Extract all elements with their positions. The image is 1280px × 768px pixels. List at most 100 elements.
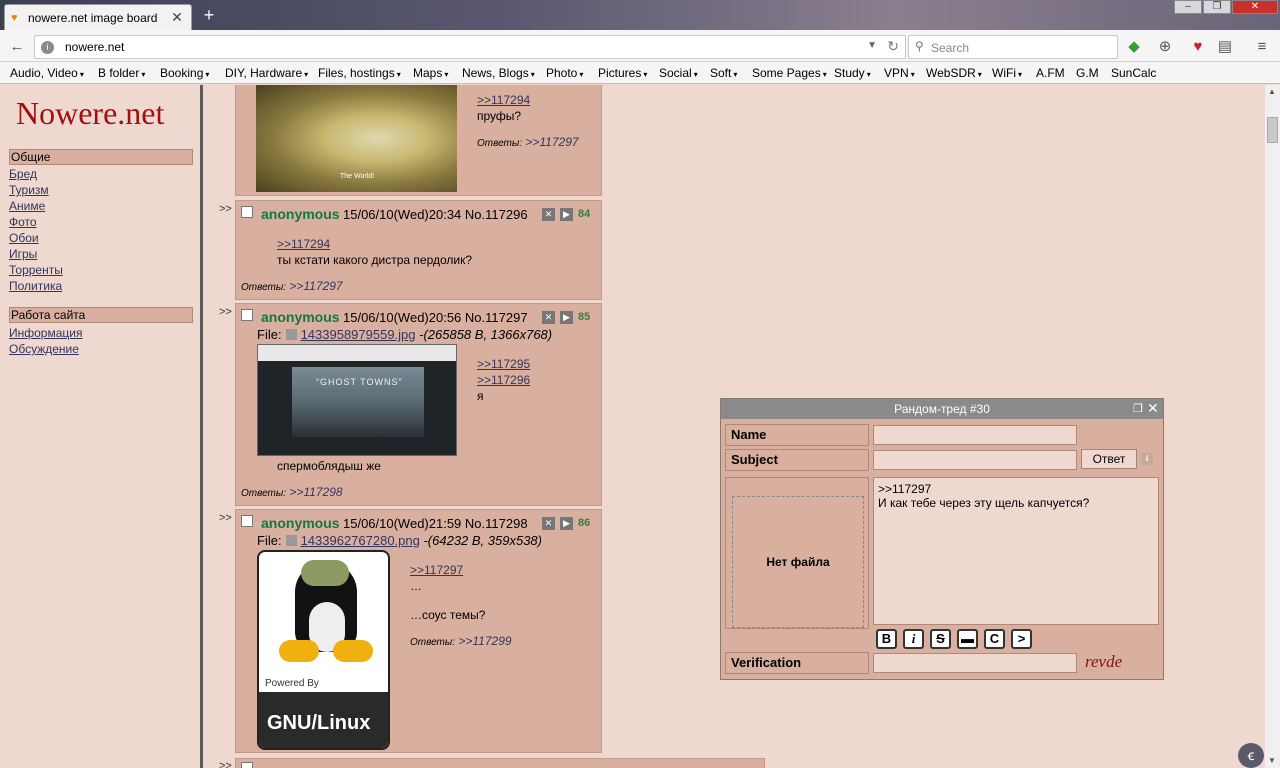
play-icon[interactable]: ▶ — [560, 311, 573, 324]
bookmark-link[interactable]: A.FM — [1036, 66, 1065, 80]
sidebar-link[interactable]: Информация — [9, 326, 82, 340]
maximize-button[interactable]: ❐ — [1203, 0, 1231, 14]
post-checkbox[interactable] — [241, 309, 253, 321]
bookmark-folder[interactable]: Social ▾ — [659, 66, 698, 80]
favorite-heart-icon[interactable]: ♥ — [1187, 36, 1209, 58]
post-meta[interactable]: 15/06/10(Wed)20:34 No.117296 — [343, 207, 528, 222]
italic-button[interactable]: i — [903, 629, 924, 649]
spoiler-button[interactable]: ▬ — [957, 629, 978, 649]
new-tab-button[interactable]: + — [198, 4, 220, 26]
bookmark-folder[interactable]: Files, hostings ▾ — [318, 66, 401, 80]
verification-input[interactable] — [873, 653, 1077, 673]
play-icon[interactable]: ▶ — [560, 517, 573, 530]
file-link[interactable]: 1433962767280.png — [301, 533, 420, 548]
sidebar-link[interactable]: Аниме — [9, 199, 45, 213]
site-title[interactable]: Nowere.net — [16, 95, 164, 132]
bookmark-link[interactable]: SunCalc — [1111, 66, 1156, 80]
extension-logo-icon[interactable]: ꞓ — [1238, 743, 1264, 768]
delete-icon[interactable]: ✕ — [542, 517, 555, 530]
scroll-down-icon[interactable]: ▼ — [1268, 756, 1276, 765]
reading-list-icon[interactable]: ▤ — [1214, 36, 1236, 58]
url-text[interactable]: nowere.net — [65, 40, 124, 54]
popup-close-icon[interactable]: ✕ — [1147, 400, 1159, 417]
bookmark-label: Social — [659, 66, 692, 80]
bookmark-folder[interactable]: VPN ▾ — [884, 66, 915, 80]
sidebar-link[interactable]: Фото — [9, 215, 37, 229]
send-button[interactable]: Ответ — [1081, 449, 1137, 469]
scroll-up-icon[interactable]: ▲ — [1268, 87, 1276, 96]
sidebar-link[interactable]: Игры — [9, 247, 37, 261]
reply-link[interactable]: >>117297 — [525, 135, 578, 149]
reply-link[interactable]: >>117299 — [458, 634, 511, 648]
bookmark-folder[interactable]: Photo ▾ — [546, 66, 583, 80]
bookmark-folder[interactable]: Maps ▾ — [413, 66, 448, 80]
reply-link[interactable]: >>117298 — [289, 485, 342, 499]
addon-icon[interactable]: ◆ — [1123, 36, 1145, 58]
post-checkbox[interactable] — [241, 206, 253, 218]
play-icon[interactable]: ▶ — [560, 208, 573, 221]
sidebar-link[interactable]: Обои — [9, 231, 39, 245]
site-info-icon[interactable]: i — [41, 41, 54, 54]
post-meta[interactable]: 15/06/10(Wed)20:56 No.117297 — [343, 310, 528, 325]
strike-button[interactable]: S — [930, 629, 951, 649]
quote-link[interactable]: >>117294 — [277, 237, 330, 251]
quote-link[interactable]: >>117295 — [477, 357, 530, 371]
quote-link[interactable]: >>117297 — [410, 563, 463, 577]
send-options-icon[interactable]: ⇓ — [1141, 453, 1153, 465]
scrollbar[interactable]: ▲ ▼ — [1265, 85, 1280, 768]
popup-maximize-icon[interactable]: ❐ — [1133, 402, 1143, 415]
close-tab-icon[interactable]: ✕ — [169, 9, 185, 26]
quote-link[interactable]: >>117294 — [477, 93, 530, 107]
code-button[interactable]: C — [984, 629, 1005, 649]
back-icon[interactable]: ← — [6, 36, 28, 58]
bookmark-folder[interactable]: Soft ▾ — [710, 66, 737, 80]
bookmark-folder[interactable]: Study ▾ — [834, 66, 871, 80]
url-dropdown-icon[interactable]: ▼ — [867, 40, 877, 51]
delete-icon[interactable]: ✕ — [542, 208, 555, 221]
download-icon[interactable]: ⊕ — [1154, 36, 1176, 58]
bookmark-folder[interactable]: Some Pages ▾ — [752, 66, 827, 80]
menu-icon[interactable]: ≡ — [1251, 36, 1273, 58]
sidebar-link[interactable]: Политика — [9, 279, 62, 293]
sidebar-link[interactable]: Обсуждение — [9, 342, 79, 356]
post-checkbox[interactable] — [241, 515, 253, 527]
file-drop-zone[interactable]: Нет файла — [732, 496, 864, 628]
bookmark-folder[interactable]: WiFi ▾ — [992, 66, 1022, 80]
sidebar-link[interactable]: Бред — [9, 167, 37, 181]
message-line: >>117297 — [878, 482, 932, 496]
post-image[interactable]: The World! — [256, 85, 457, 192]
bold-button[interactable]: B — [876, 629, 897, 649]
captcha-image[interactable]: revde — [1085, 652, 1122, 672]
bookmark-folder[interactable]: Booking ▾ — [160, 66, 209, 80]
bookmark-folder[interactable]: News, Blogs ▾ — [462, 66, 535, 80]
sidebar-link[interactable]: Туризм — [9, 183, 49, 197]
address-bar[interactable]: i nowere.net ▼ ↻ — [34, 35, 906, 59]
window-close-button[interactable]: ✕ — [1232, 0, 1278, 14]
bookmark-link[interactable]: G.M — [1076, 66, 1099, 80]
browser-tab[interactable]: ♥ nowere.net image board ✕ — [4, 4, 192, 30]
subject-input[interactable] — [873, 450, 1077, 470]
quote-link[interactable]: >>117296 — [477, 373, 530, 387]
reload-icon[interactable]: ↻ — [887, 38, 899, 55]
quote-button[interactable]: > — [1011, 629, 1032, 649]
bookmark-folder[interactable]: Pictures ▾ — [598, 66, 647, 80]
file-link[interactable]: 1433958979559.jpg — [301, 327, 416, 342]
scroll-thumb[interactable] — [1267, 117, 1278, 143]
bookmark-folder[interactable]: DIY, Hardware ▾ — [225, 66, 308, 80]
post-meta[interactable]: 15/06/10(Wed)21:59 No.117298 — [343, 516, 528, 531]
bookmark-folder[interactable]: WebSDR ▾ — [926, 66, 982, 80]
post-checkbox[interactable] — [241, 762, 253, 768]
popup-title[interactable]: Рандом-тред #30 — [721, 399, 1163, 419]
search-box[interactable]: ⚲ Search — [908, 35, 1118, 59]
search-placeholder[interactable]: Search — [931, 41, 969, 55]
name-input[interactable] — [873, 425, 1077, 445]
post-image[interactable]: “GHOST TOWNS” — [257, 344, 457, 456]
delete-icon[interactable]: ✕ — [542, 311, 555, 324]
reply-link[interactable]: >>117297 — [289, 279, 342, 293]
bookmark-folder[interactable]: Audio, Video ▾ — [10, 66, 84, 80]
message-textarea[interactable]: >>117297 И как тебе через эту щель капчу… — [873, 477, 1159, 625]
bookmark-folder[interactable]: B folder ▾ — [98, 66, 145, 80]
sidebar-link[interactable]: Торренты — [9, 263, 63, 277]
minimize-button[interactable]: – — [1174, 0, 1202, 14]
post-image[interactable]: Powered By GNU/Linux — [257, 550, 390, 750]
